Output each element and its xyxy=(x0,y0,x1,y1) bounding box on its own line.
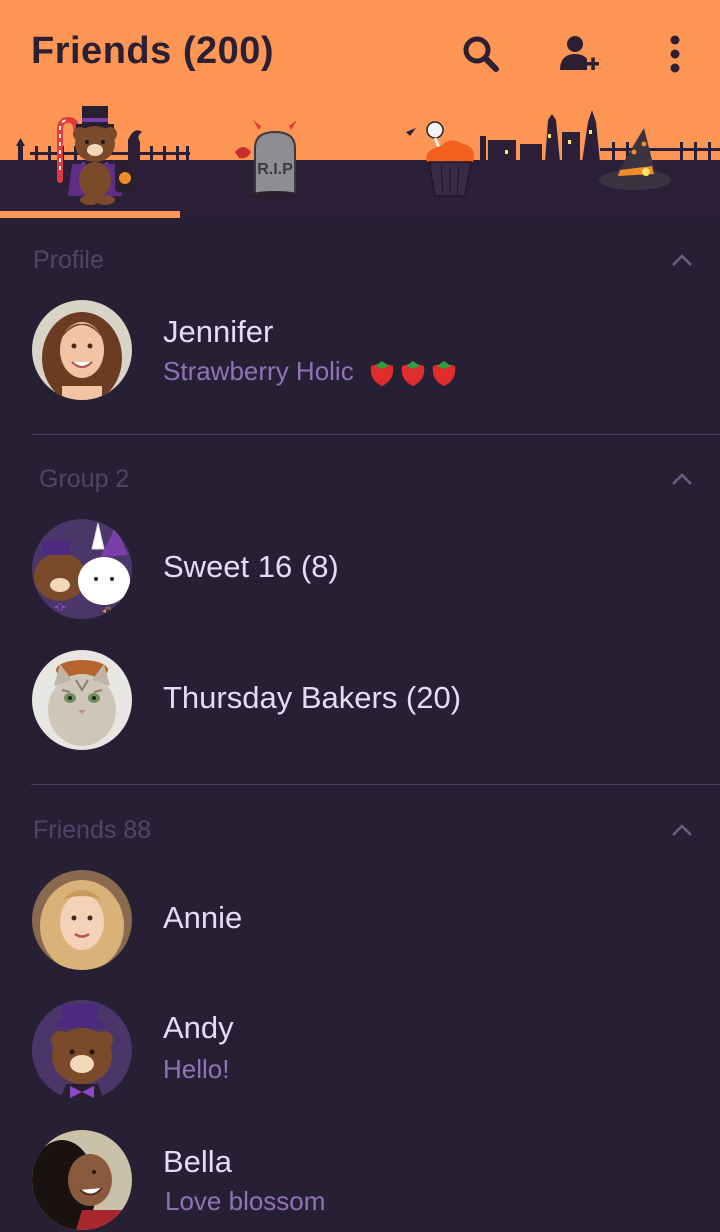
rip-tombstone-tab[interactable]: R.I.P xyxy=(225,100,315,218)
avatar xyxy=(32,519,132,619)
group-name: Thursday Bakers (20) xyxy=(163,680,462,715)
friend-count: (200) xyxy=(182,30,275,72)
app-header: Friends (200) R.I.P xyxy=(0,0,720,218)
collapse-group-button[interactable] xyxy=(662,459,702,499)
chevron-up-icon xyxy=(672,473,692,485)
add-friend-button[interactable] xyxy=(551,26,607,82)
section-title-profile: Profile xyxy=(33,246,104,274)
status-message-text: Strawberry Holic xyxy=(163,356,354,386)
group-row-thursday-bakers[interactable]: Thursday Bakers (20) xyxy=(0,638,720,762)
avatar xyxy=(32,870,132,970)
section-divider xyxy=(31,784,720,785)
cat-photo-icon xyxy=(32,650,132,750)
cupcake-tab[interactable] xyxy=(405,100,495,218)
witch-hat-tab[interactable] xyxy=(590,100,680,218)
page-title: Friends (200) xyxy=(31,30,274,73)
friends-section-header: Friends 88 xyxy=(0,802,720,862)
contact-name: Jennifer xyxy=(163,314,274,349)
collapse-friends-button[interactable] xyxy=(662,810,702,850)
status-message: Strawberry Holic xyxy=(163,356,459,388)
strawberry-emoji-icon xyxy=(370,361,456,387)
cupcake-icon xyxy=(426,121,474,197)
brown-bear-icon xyxy=(57,106,135,205)
avatar xyxy=(32,300,132,400)
section-title-group: Group 2 xyxy=(39,465,130,493)
avatar xyxy=(32,1000,132,1100)
profile-row-jennifer[interactable]: Jennifer Strawberry Holic xyxy=(0,288,720,412)
section-title-friends: Friends 88 xyxy=(33,816,152,844)
status-message: Hello! xyxy=(163,1054,230,1084)
witch-hat-icon xyxy=(599,128,671,190)
annie-photo-icon xyxy=(32,870,132,970)
group-name: Sweet 16 (8) xyxy=(163,549,339,584)
friend-row-annie[interactable]: Annie xyxy=(0,858,720,982)
search-icon xyxy=(463,36,499,72)
rip-tombstone-icon: R.I.P xyxy=(235,120,303,201)
svg-text:R.I.P: R.I.P xyxy=(257,161,293,178)
contact-name: Annie xyxy=(163,900,243,935)
brown-bear-avatar-icon xyxy=(32,1000,132,1100)
group-section-header: Group 2 xyxy=(0,451,720,511)
chevron-up-icon xyxy=(672,254,692,266)
bella-photo-icon xyxy=(32,1130,132,1230)
brown-bear-tab[interactable] xyxy=(20,100,170,218)
collapse-profile-button[interactable] xyxy=(662,240,702,280)
search-button[interactable] xyxy=(453,26,509,82)
status-message: Love blossom xyxy=(165,1186,326,1216)
contact-name: Andy xyxy=(163,1010,234,1045)
more-vertical-icon xyxy=(670,35,680,73)
add-friend-icon xyxy=(560,36,599,70)
page-title-text: Friends xyxy=(31,30,172,72)
profile-section-header: Profile xyxy=(0,232,720,292)
section-divider xyxy=(31,434,720,435)
selected-tab-indicator xyxy=(0,211,180,218)
contact-name: Bella xyxy=(163,1144,232,1179)
more-options-button[interactable] xyxy=(647,26,703,82)
group-row-sweet16[interactable]: Sweet 16 (8) xyxy=(0,507,720,631)
avatar xyxy=(32,650,132,750)
friend-row-bella[interactable]: Bella Love blossom xyxy=(0,1118,720,1232)
friend-row-andy[interactable]: Andy Hello! xyxy=(0,988,720,1112)
avatar xyxy=(32,1130,132,1230)
bear-and-bunny-icon xyxy=(32,519,132,619)
chevron-up-icon xyxy=(672,824,692,836)
jennifer-photo-icon xyxy=(32,300,132,400)
